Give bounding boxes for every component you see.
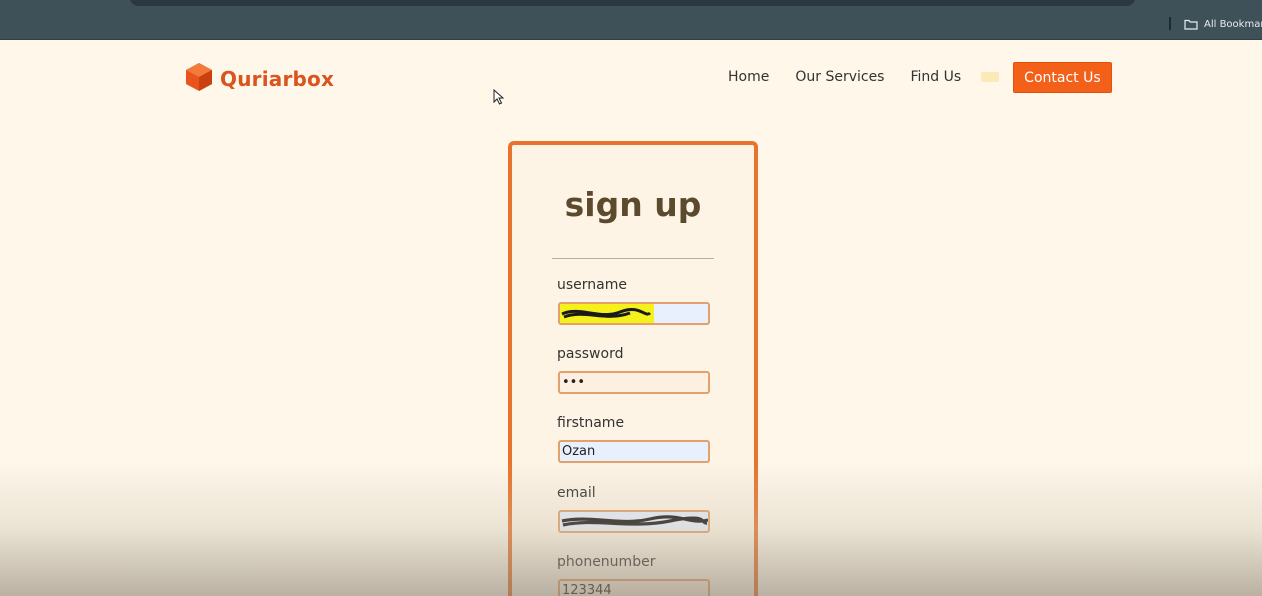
signup-card: sign up username password ••• firstname … <box>508 141 758 596</box>
nav-hidden-item <box>981 72 1000 82</box>
all-bookmarks-label: All Bookmark <box>1204 18 1262 30</box>
username-label: username <box>557 277 627 293</box>
phonenumber-field[interactable]: 123344 <box>558 579 710 596</box>
all-bookmarks-button[interactable]: All Bookmark <box>1184 16 1262 32</box>
bookmarks-separator <box>1169 17 1171 30</box>
redaction-scribble <box>561 515 708 527</box>
redaction-scribble <box>560 304 654 323</box>
phonenumber-label: phonenumber <box>557 554 656 570</box>
email-field[interactable] <box>558 510 710 533</box>
firstname-label: firstname <box>557 415 625 431</box>
mouse-pointer-icon <box>493 88 505 109</box>
username-field[interactable] <box>558 302 710 325</box>
site-logo[interactable]: Quriarbox <box>183 63 334 95</box>
cube-icon <box>183 61 215 97</box>
logo-text: Quriarbox <box>220 67 335 91</box>
nav-home[interactable]: Home <box>728 69 769 85</box>
firstname-field[interactable]: Ozan <box>558 440 710 463</box>
address-bar[interactable] <box>130 0 1135 6</box>
browser-toolbar: All Bookmark <box>0 0 1262 40</box>
signup-title: sign up <box>564 185 702 224</box>
title-divider <box>552 258 714 259</box>
password-label: password <box>557 346 624 362</box>
main-nav: Home Our Services Find Us Contact Us <box>728 61 1112 93</box>
folder-icon <box>1184 19 1198 30</box>
web-page: Quriarbox Home Our Services Find Us Cont… <box>0 41 1262 596</box>
nav-find-us[interactable]: Find Us <box>910 69 961 85</box>
email-label: email <box>557 485 596 501</box>
password-field[interactable]: ••• <box>558 371 710 394</box>
nav-our-services[interactable]: Our Services <box>795 69 884 85</box>
contact-us-button[interactable]: Contact Us <box>1013 61 1112 93</box>
